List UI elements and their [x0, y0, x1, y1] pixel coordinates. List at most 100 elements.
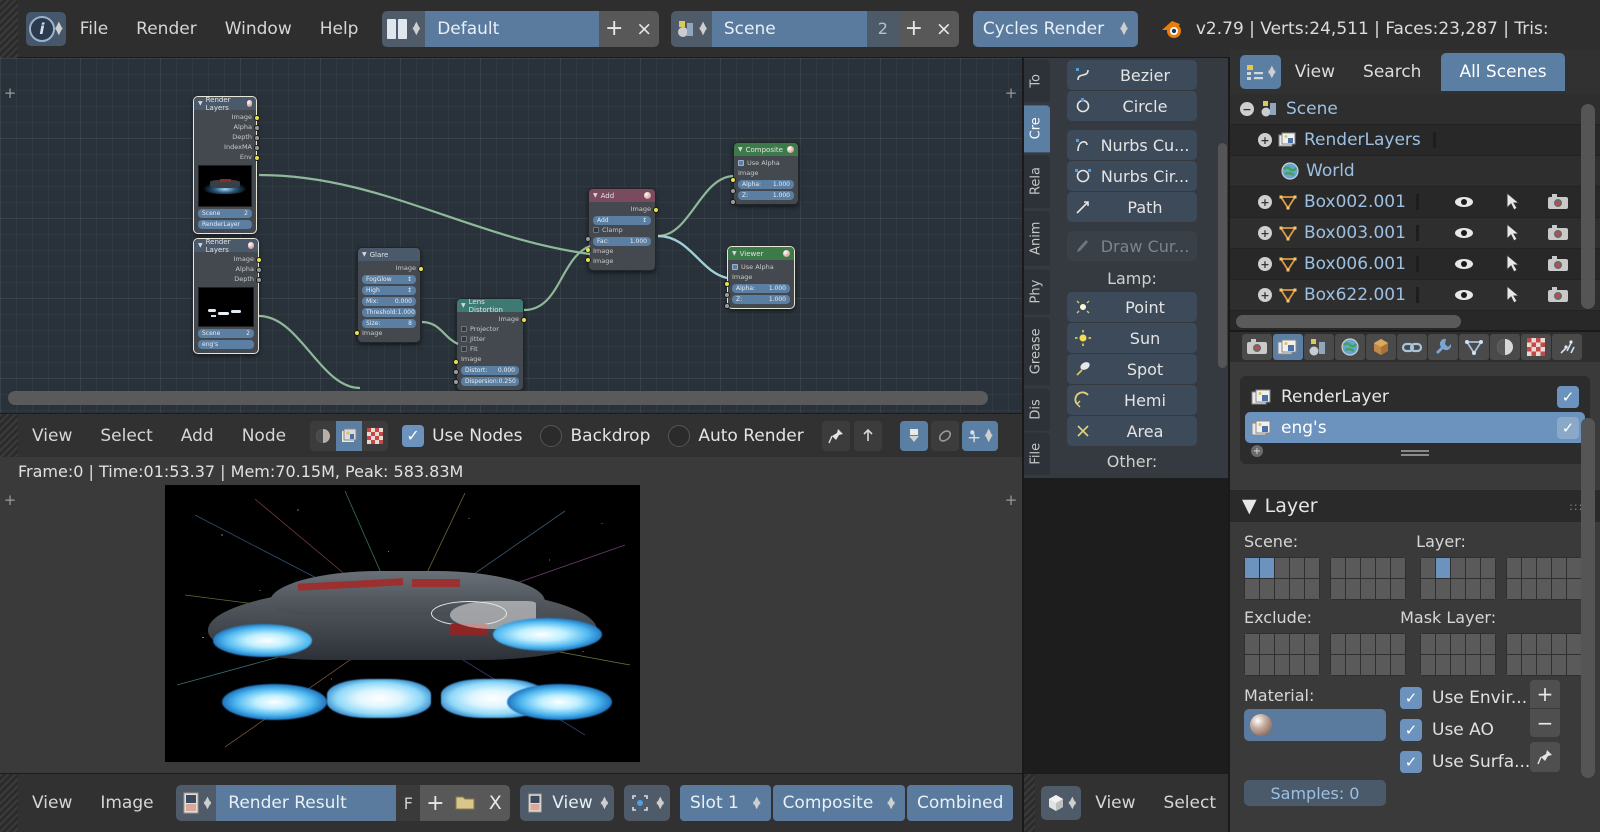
node-lens-distortion[interactable]: ▼ Lens Distortion Image Projector Jitter… — [453, 298, 527, 391]
layer-cell[interactable] — [1391, 655, 1405, 675]
node-check-use-alpha[interactable]: Use Alpha — [738, 158, 794, 168]
layer-cell[interactable] — [1481, 655, 1495, 675]
tab-scene[interactable] — [1304, 334, 1334, 360]
image-editor-toolshelf-toggle[interactable]: + — [3, 491, 17, 509]
add-sun-lamp-button[interactable]: Sun — [1067, 323, 1197, 353]
collapse-triangle-icon[interactable]: ▼ — [732, 250, 737, 257]
tab-material[interactable] — [1490, 334, 1520, 360]
tool-tab-display[interactable]: Dis — [1022, 388, 1050, 431]
image-editor-sidebar-toggle[interactable]: + — [1004, 491, 1018, 509]
folder-icon[interactable] — [450, 785, 481, 821]
menu-window[interactable]: Window — [211, 19, 306, 39]
render-layer-grid[interactable] — [1420, 557, 1582, 600]
node-editor[interactable]: ▼ Render Layers Image Alpha Depth IndexM… — [0, 58, 1022, 413]
proportional-edit-icon[interactable] — [930, 420, 959, 451]
tool-tab-relations[interactable]: Rela — [1022, 155, 1050, 209]
layer-cell[interactable] — [1346, 655, 1360, 675]
eye-icon[interactable] — [1453, 287, 1475, 303]
outliner-row-box002[interactable]: + Box002.001 — [1230, 187, 1600, 218]
node-editor-hscrollbar[interactable] — [8, 391, 988, 405]
node-dispersion-field[interactable]: Dispersion: 0.250 — [461, 377, 519, 386]
add-spot-lamp-button[interactable]: Spot — [1067, 354, 1197, 384]
delete-screen-layout-button[interactable]: × — [629, 10, 660, 47]
tab-constraints[interactable] — [1397, 334, 1427, 360]
go-parent-icon[interactable] — [853, 420, 882, 451]
image-footer-corner-grip[interactable] — [0, 773, 18, 832]
layer-cell[interactable] — [1466, 634, 1480, 654]
socket-distort-in[interactable] — [453, 369, 459, 375]
collapse-icon[interactable]: − — [1240, 102, 1254, 116]
layer-cell[interactable] — [1481, 634, 1495, 654]
camera-render-icon[interactable] — [1547, 286, 1569, 304]
screen-layout-browse-button[interactable]: ▲ ▼ — [382, 10, 426, 47]
render-layer-enable-checkbox[interactable]: ✓ — [1557, 385, 1579, 408]
layer-panel-header[interactable]: ▼ Layer :::: — [1230, 490, 1600, 522]
layer-cell[interactable] — [1290, 558, 1304, 578]
node-input-image[interactable]: Image — [461, 354, 519, 364]
tab-render-layers[interactable] — [1273, 334, 1303, 360]
outliner-display-mode-button[interactable]: ▲ ▼ — [1240, 55, 1281, 89]
mask-group-2[interactable] — [1506, 633, 1582, 676]
tab-object-data[interactable] — [1459, 334, 1489, 360]
render-slot-selector[interactable]: Slot 1 ▲ ▼ — [680, 785, 771, 821]
snap-element-icon[interactable]: ▲ ▼ — [961, 420, 998, 451]
node-menu-add[interactable]: Add — [167, 426, 228, 446]
expand-icon[interactable]: + — [1258, 288, 1272, 302]
socket-depth-out[interactable] — [256, 277, 262, 283]
outliner-row-world[interactable]: World — [1230, 156, 1600, 187]
layer-cell[interactable] — [1436, 579, 1450, 599]
layer-cell[interactable] — [1275, 634, 1289, 654]
layer-cell[interactable] — [1305, 558, 1319, 578]
properties-vscrollbar[interactable] — [1581, 418, 1595, 778]
eye-icon[interactable] — [1453, 256, 1475, 272]
add-nurbs-circle-button[interactable]: Nurbs Cir... — [1067, 161, 1197, 191]
node-menu-view[interactable]: View — [18, 426, 86, 446]
expand-icon[interactable]: + — [1258, 226, 1272, 240]
node-glare-quality[interactable]: High ↕ — [362, 286, 416, 295]
socket-indexma-out[interactable] — [254, 145, 260, 151]
tab-particles[interactable] — [1552, 334, 1582, 360]
outliner-row-box006[interactable]: + Box006.001 — [1230, 249, 1600, 280]
node-z-field[interactable]: Z: 1.000 — [732, 295, 790, 304]
socket-image-in[interactable] — [724, 281, 730, 287]
layer-cell[interactable] — [1275, 579, 1289, 599]
layer-cell[interactable] — [1245, 558, 1259, 578]
node-input-image[interactable]: Image — [732, 272, 790, 282]
layer-cell[interactable] — [1552, 579, 1566, 599]
camera-render-icon[interactable] — [1547, 224, 1569, 242]
layer-cell[interactable] — [1481, 558, 1495, 578]
node-input-image[interactable]: Image — [362, 328, 416, 338]
socket-env-out[interactable] — [254, 155, 260, 161]
layer-cell[interactable] — [1507, 579, 1521, 599]
socket-image-in-1[interactable] — [585, 247, 591, 253]
view3d-menu-view[interactable]: View — [1081, 793, 1149, 813]
node-alpha-field[interactable]: Alpha: 1.000 — [732, 284, 790, 293]
pin-icon[interactable] — [1530, 742, 1560, 772]
view3d-menu-select[interactable]: Select — [1150, 793, 1230, 813]
socket-image-in[interactable] — [730, 177, 736, 183]
layer-cell[interactable] — [1331, 634, 1345, 654]
socket-alpha-in[interactable] — [730, 188, 736, 194]
node-check-projector[interactable]: Projector — [461, 324, 519, 334]
layer-cell[interactable] — [1290, 634, 1304, 654]
delete-scene-button[interactable]: × — [928, 10, 959, 47]
render-layer-item-renderlayer[interactable]: RenderLayer ✓ — [1245, 381, 1585, 412]
node-header[interactable]: ▼ Composite — [734, 143, 798, 156]
menu-help[interactable]: Help — [306, 19, 373, 39]
socket-image-out[interactable] — [653, 207, 659, 213]
layer-cell[interactable] — [1451, 634, 1465, 654]
layer-cell[interactable] — [1537, 558, 1551, 578]
tab-texture[interactable] — [1521, 334, 1551, 360]
layer-cell[interactable] — [1346, 634, 1360, 654]
layer-cell[interactable] — [1275, 655, 1289, 675]
layer-cell[interactable] — [1507, 558, 1521, 578]
render-pass-selector[interactable]: Combined — [907, 785, 1014, 821]
image-name-field[interactable]: Render Result — [216, 785, 397, 821]
node-distort-field[interactable]: Distort: 0.000 — [461, 366, 519, 375]
socket-alpha-in[interactable] — [724, 292, 730, 298]
node-header[interactable]: ▼ Glare — [358, 248, 420, 261]
layer-cell[interactable] — [1260, 558, 1274, 578]
socket-image-out[interactable] — [521, 317, 527, 323]
node-glare-mix[interactable]: Mix: 0.000 — [362, 297, 416, 306]
add-point-lamp-button[interactable]: Point — [1067, 292, 1197, 322]
